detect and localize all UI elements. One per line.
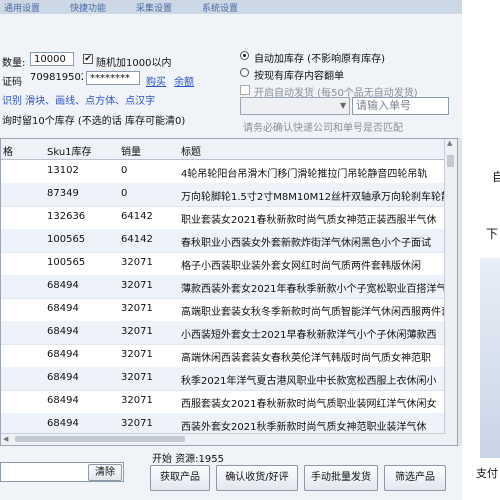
right-panel-text: 支付 [476, 467, 498, 480]
table-cell: 4轮吊轮阳台吊滑木门移门滑轮推拉门吊轮静音四轮吊轨 [181, 169, 428, 180]
table-cell: 32071 [121, 280, 153, 291]
table-cell: 秋季2021年洋气夏古港风职业中长款宽松西服上衣休闲小 [181, 376, 437, 387]
confirm-receipt-button[interactable]: 确认收货/好评 [216, 465, 298, 491]
table-cell: 西装外套女2021秋季新款时尚气质女神范职业装洋气休 [181, 422, 427, 433]
table-cell: 小西装短外套女士2021早春秋新款洋气小个子休闲薄款西 [181, 330, 437, 341]
table-cell: 68494 [47, 418, 79, 429]
table-cell: 64142 [121, 211, 153, 222]
table-cell: 0 [121, 188, 128, 199]
table-row[interactable]: 13102 0 4轮吊轮阳台吊滑木门移门滑轮推拉门吊轮静音四轮吊轨 [1, 160, 446, 184]
column-header[interactable]: 销量 [121, 143, 141, 158]
table-cell: 职业套装女2021春秋新款时尚气质女神范正装西服半气休 [181, 215, 437, 226]
table-cell: 高端休闲西装套装女春秋英伦洋气韩版时尚气质女神范职 [181, 353, 431, 364]
right-panel-text: 下 [486, 227, 499, 241]
table-row[interactable]: 132636 64142 职业套装女2021春秋新款时尚气质女神范正装西服半气休 [1, 206, 446, 230]
table-cell: 32071 [121, 418, 153, 429]
copy-stock-label: 按现有库存内容翻单 [254, 71, 344, 82]
auto-ship-checkbox[interactable] [240, 85, 250, 95]
captcha-types-text: 识别 滑块、画线、点方体、点汉字 [2, 96, 156, 107]
verify-code-field[interactable]: 709819502 [27, 71, 83, 85]
menu-item[interactable]: 通用设置 [4, 1, 40, 14]
table-cell: 100565 [47, 257, 86, 268]
random-add-checkbox[interactable]: ✔ [83, 54, 93, 64]
verify-code-label: 证码 [2, 77, 22, 88]
table-cell: 万向轮脚轮1.5寸2寸M8M10M12丝杆双轴承万向轮刹车轮静 [181, 192, 451, 203]
quantity-input[interactable]: 10000 [30, 52, 74, 66]
table-cell: 春秋职业小西装女外套新款炸街洋气休闲黑色小个子面试 [181, 238, 431, 249]
express-company-select[interactable] [240, 97, 350, 115]
batch-ship-button[interactable]: 手动批量发货 [304, 465, 378, 491]
table-row[interactable]: 68494 32071 小西装短外套女士2021早春秋新款洋气小个子休闲薄款西 [1, 321, 446, 345]
table-row[interactable]: 87349 0 万向轮脚轮1.5寸2寸M8M10M12丝杆双轴承万向轮刹车轮静 [1, 183, 451, 207]
menu-item[interactable]: 系统设置 [202, 1, 238, 14]
table-row[interactable]: 100565 32071 格子小西装职业装外套女网红时尚气质两件套韩版休闲 [1, 252, 446, 276]
table-cell: 32071 [121, 257, 153, 268]
column-header[interactable]: 格 [3, 143, 13, 158]
confirm-note: 请务必确认快递公司和单号是否匹配 [243, 123, 403, 134]
table-cell: 高端职业套装女秋冬季新款时尚气质智能洋气休闲西服两件套职 [181, 307, 451, 318]
table-cell: 32071 [121, 395, 153, 406]
scroll-left-icon[interactable]: ◀ [3, 435, 8, 443]
random-add-label: 随机加1000以内 [96, 58, 172, 69]
table-cell: 薄款西装外套女2021年春秋季新款小个子宽松职业百搭洋气通勤休 [181, 284, 451, 295]
table-cell: 100565 [47, 234, 86, 245]
horizontal-scrollbar[interactable]: ◀ [1, 433, 446, 445]
table-cell: 68494 [47, 280, 79, 291]
menu-item[interactable]: 快捷功能 [70, 1, 106, 14]
table-cell: 13102 [47, 165, 79, 176]
password-field[interactable]: ******** [86, 71, 140, 85]
vertical-scroll-thumb[interactable] [447, 155, 454, 167]
table-cell: 32071 [121, 326, 153, 337]
table-header: 格 Sku1库存 销量 标题 [1, 139, 446, 160]
copy-stock-radio[interactable] [240, 68, 249, 77]
table-row[interactable]: 68494 32071 高端休闲西装套装女春秋英伦洋气韩版时尚气质女神范职 [1, 344, 446, 368]
status-text: 开始 资源:1955 [152, 454, 224, 465]
horizontal-scroll-thumb[interactable] [15, 436, 185, 442]
right-side-panel: 自 下 支付 [462, 0, 500, 500]
table-cell: 32071 [121, 303, 153, 314]
table-cell: 68494 [47, 372, 79, 383]
table-cell: 87349 [47, 188, 79, 199]
right-panel-image [480, 258, 500, 458]
scroll-up-icon[interactable]: ▲ [447, 139, 452, 147]
table-cell: 68494 [47, 395, 79, 406]
product-table: 格 Sku1库存 销量 标题 13102 0 4轮吊轮阳台吊滑木门移门滑轮推拉门吊轮… [0, 138, 458, 446]
order-number-input[interactable]: 请输入单号 [352, 97, 449, 115]
chevron-down-icon: ▼ [340, 101, 347, 110]
table-row[interactable]: 68494 32071 西服套装女2021春秋新款时尚气质职业装网红洋气休闲女 [1, 390, 446, 414]
table-cell: 32071 [121, 349, 153, 360]
table-cell: 0 [121, 165, 128, 176]
table-row[interactable]: 100565 64142 春秋职业小西装女外套新款炸街洋气休闲黑色小个子面试 [1, 229, 446, 253]
column-header[interactable]: Sku1库存 [47, 143, 92, 158]
table-cell: 32071 [121, 372, 153, 383]
table-row[interactable]: 68494 32071 薄款西装外套女2021年春秋季新款小个子宽松职业百搭洋气通勤… [1, 275, 451, 299]
menu-item[interactable]: 采集设置 [136, 1, 172, 14]
quantity-label: 数量: [2, 58, 26, 69]
table-cell: 西服套装女2021春秋新款时尚气质职业装网红洋气休闲女 [181, 399, 437, 410]
right-panel-text: 自 [492, 170, 500, 184]
clear-button[interactable]: 清除 [88, 464, 122, 481]
fetch-products-button[interactable]: 获取产品 [150, 465, 210, 491]
table-cell: 68494 [47, 349, 79, 360]
table-cell: 64142 [121, 234, 153, 245]
table-cell: 68494 [47, 303, 79, 314]
column-header[interactable]: 标题 [181, 143, 201, 158]
table-cell: 68494 [47, 326, 79, 337]
auto-stock-radio[interactable] [240, 51, 249, 60]
table-cell: 132636 [47, 211, 86, 222]
table-cell: 格子小西装职业装外套女网红时尚气质两件套韩版休闲 [181, 261, 421, 272]
table-row[interactable]: 68494 32071 高端职业套装女秋冬季新款时尚气质智能洋气休闲西服两件套职 [1, 298, 451, 322]
buy-link[interactable]: 购买 [146, 73, 166, 88]
top-menu-strip: 通用设置 快捷功能 采集设置 系统设置 [0, 0, 500, 14]
filter-products-button[interactable]: 筛选产品 [384, 465, 446, 491]
auto-stock-label: 自动加库存 (不影响原有库存) [254, 54, 385, 65]
table-row[interactable]: 68494 32071 秋季2021年洋气夏古港风职业中长款宽松西服上衣休闲小 [1, 367, 446, 391]
vertical-scrollbar[interactable]: ▲ [444, 139, 457, 445]
balance-link[interactable]: 余额 [174, 73, 194, 88]
keep-stock-note: 询时留10个库存 (不选的话 库存可能清0) [2, 116, 186, 127]
